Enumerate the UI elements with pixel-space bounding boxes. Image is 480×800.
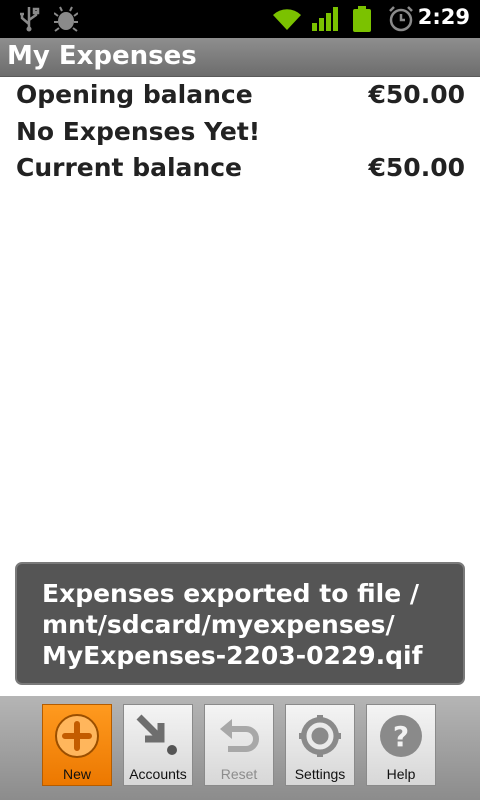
alarm-icon	[388, 6, 414, 36]
signal-icon	[312, 7, 338, 35]
status-bar: 2:29	[0, 0, 480, 38]
accounts-label: Accounts	[129, 766, 187, 782]
debug-icon	[53, 6, 79, 36]
reset-button[interactable]: Reset	[204, 704, 274, 786]
reset-label: Reset	[220, 766, 258, 782]
settings-button[interactable]: Settings	[285, 704, 355, 786]
title-bar: My Expenses	[0, 38, 480, 77]
svg-text:?: ?	[393, 720, 409, 753]
options-menu: New Accounts Reset Settings ? Help	[0, 696, 480, 800]
undo-icon	[216, 713, 262, 759]
export-toast: Expenses exported to file / mnt/sdcard/m…	[15, 562, 465, 685]
opening-balance-row: Opening balance €50.00	[16, 80, 465, 116]
current-balance-row: Current balance €50.00	[16, 153, 465, 189]
status-time: 2:29	[417, 5, 470, 29]
current-balance-value: €50.00	[368, 153, 465, 182]
accounts-button[interactable]: Accounts	[123, 704, 193, 786]
empty-list-message: No Expenses Yet!	[16, 117, 465, 153]
opening-balance-label: Opening balance	[16, 80, 253, 109]
new-label: New	[62, 766, 91, 782]
battery-icon	[353, 6, 371, 36]
wifi-icon	[272, 7, 302, 35]
help-button[interactable]: ? Help	[366, 704, 436, 786]
add-icon	[54, 713, 100, 759]
help-icon: ?	[378, 713, 424, 759]
new-button[interactable]: New	[42, 704, 112, 786]
accounts-arrow-icon	[135, 713, 181, 759]
empty-list-label: No Expenses Yet!	[16, 117, 261, 146]
gear-icon	[297, 713, 343, 759]
help-label: Help	[386, 766, 416, 782]
current-balance-label: Current balance	[16, 153, 242, 182]
app-title: My Expenses	[7, 41, 197, 71]
opening-balance-value: €50.00	[368, 80, 465, 109]
settings-label: Settings	[294, 766, 346, 782]
usb-icon	[18, 6, 40, 36]
toast-message: Expenses exported to file / mnt/sdcard/m…	[42, 579, 423, 670]
